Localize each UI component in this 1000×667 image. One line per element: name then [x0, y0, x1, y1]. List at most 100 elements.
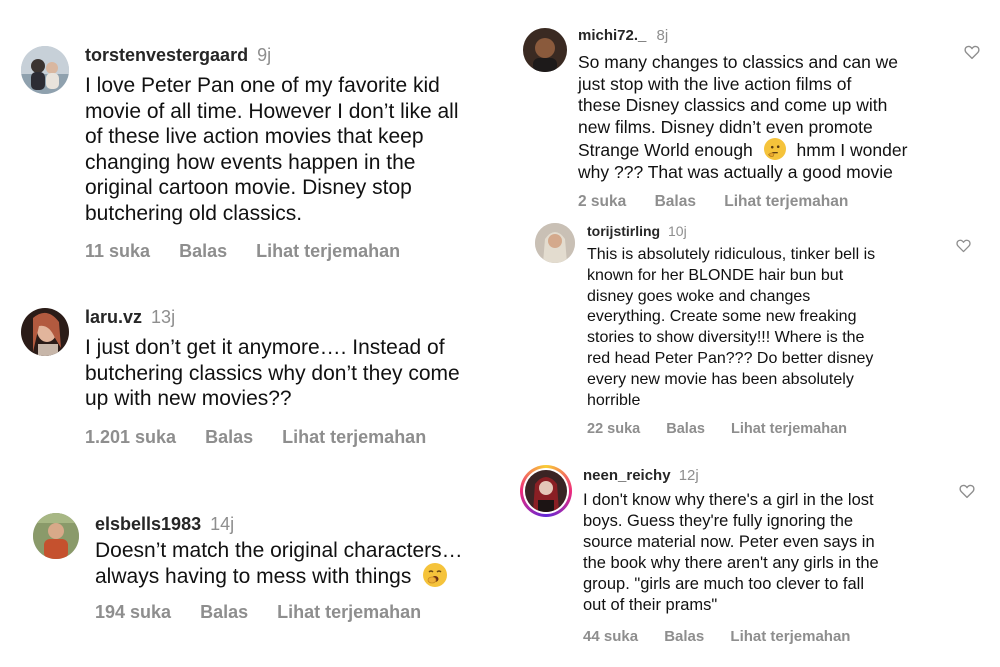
avatar[interactable]	[535, 223, 575, 263]
username[interactable]: elsbells1983 14j	[95, 513, 234, 535]
comment-age: 13j	[151, 307, 176, 327]
comment-actions: 44 suka Balas Lihat terjemahan	[583, 628, 874, 646]
comment-line: disney goes woke and changes	[587, 287, 811, 305]
comment-age: 8j	[656, 27, 669, 44]
avatar[interactable]	[525, 470, 567, 512]
comment-line: original cartoon movie. Disney stop	[85, 176, 412, 200]
comment-line: boys. Guess they're fully ignoring the	[583, 512, 854, 530]
reply-button[interactable]: Balas	[655, 193, 696, 210]
comment-line: I don't know why there's a girl in the l…	[583, 491, 874, 509]
comment-line: always having to mess with things	[95, 563, 515, 589]
comment-actions: 194 suka Balas Lihat terjemahan	[95, 601, 445, 623]
comment-text: I just don’t get it anymore…. Instead of…	[85, 335, 515, 412]
comment-line: stories to show diversity!!! Where is th…	[587, 329, 865, 347]
username-text[interactable]: torijstirling	[587, 223, 660, 239]
avatar[interactable]	[523, 28, 567, 72]
comment-line: butchering old classics.	[85, 201, 303, 225]
comment-line: source material now. Peter even says in	[583, 533, 875, 551]
username[interactable]: torijstirling 10j	[587, 223, 687, 239]
username-text[interactable]: neen_reichy	[583, 467, 671, 484]
reply-button[interactable]: Balas	[179, 241, 227, 261]
comment-line-text: Strange World enough	[578, 140, 753, 161]
reply-button[interactable]: Balas	[205, 427, 253, 447]
like-count[interactable]: 44 suka	[583, 628, 638, 645]
username[interactable]: torstenvestergaard 9j	[85, 44, 271, 66]
comment-neen-reichy: neen_reichy 12j I don't know why there's…	[515, 455, 1000, 667]
comment-line: of these live action movies that keep	[85, 125, 424, 149]
comment-line: everything. Create some new freaking	[587, 308, 857, 326]
comment-text: I love Peter Pan one of my favorite kid …	[85, 73, 515, 227]
yawning-face-icon	[423, 563, 448, 587]
comment-text: I don't know why there's a girl in the l…	[583, 490, 953, 616]
comment-text: Doesn’t match the original characters… a…	[95, 539, 515, 589]
username[interactable]: neen_reichy 12j	[583, 467, 699, 485]
like-count[interactable]: 11 suka	[85, 241, 150, 261]
comment-line: changing how events happen in the	[85, 150, 416, 174]
translate-link[interactable]: Lihat terjemahan	[724, 193, 848, 210]
comment-line: these Disney classics and come up with	[578, 95, 888, 116]
username-text[interactable]: michi72._	[578, 27, 646, 44]
comment-laru-vz: laru.vz 13j I just don’t get it anymore……	[0, 300, 520, 460]
like-count[interactable]: 1.201 suka	[85, 427, 176, 447]
comment-line: the book why there aren't any girls in t…	[583, 554, 879, 572]
comment-line: This is absolutely ridiculous, tinker be…	[587, 246, 876, 263]
comment-line: new films. Disney didn’t even promote	[578, 116, 873, 137]
username-text[interactable]: laru.vz	[85, 307, 142, 327]
avatar[interactable]	[33, 513, 79, 559]
translate-link[interactable]: Lihat terjemahan	[277, 602, 421, 622]
like-heart-icon[interactable]	[958, 482, 976, 500]
translate-link[interactable]: Lihat terjemahan	[282, 427, 426, 447]
comment-actions: 2 suka Balas Lihat terjemahan	[578, 193, 872, 211]
comment-torstenvestergaard: torstenvestergaard 9j I love Peter Pan o…	[0, 0, 520, 280]
comment-line: group. "girls are much too clever to fal…	[583, 575, 864, 593]
reply-button[interactable]: Balas	[666, 421, 705, 437]
comment-michi72: michi72._ 8j So many changes to classics…	[515, 0, 1000, 215]
like-heart-icon[interactable]	[955, 237, 972, 254]
comment-line: Strange World enough hmm I wonder	[578, 138, 958, 162]
translate-link[interactable]: Lihat terjemahan	[730, 628, 850, 645]
comment-actions: 1.201 suka Balas Lihat terjemahan	[85, 426, 450, 448]
username[interactable]: laru.vz 13j	[85, 306, 175, 328]
comment-line: why ??? That was actually a good movie	[578, 161, 893, 182]
comment-line: I love Peter Pan one of my favorite kid	[85, 74, 440, 97]
comment-line: every new movie has been absolutely	[587, 370, 854, 388]
comment-line: just stop with the live action films of	[578, 73, 852, 94]
avatar[interactable]	[21, 308, 69, 356]
like-count[interactable]: 22 suka	[587, 421, 640, 437]
comment-actions: 11 suka Balas Lihat terjemahan	[85, 240, 424, 262]
comment-age: 10j	[668, 223, 687, 239]
reply-button[interactable]: Balas	[200, 602, 248, 622]
comment-line-text: hmm I wonder	[796, 140, 908, 161]
comment-line: butchering classics why don’t they come	[85, 361, 460, 385]
comment-age: 14j	[210, 514, 235, 534]
reply-button[interactable]: Balas	[664, 628, 704, 645]
comment-elsbells1983: elsbells1983 14j Doesn’t match the origi…	[0, 505, 520, 635]
story-ring[interactable]	[520, 465, 572, 517]
like-count[interactable]: 194 suka	[95, 602, 171, 622]
comment-text: This is absolutely ridiculous, tinker be…	[587, 245, 947, 411]
thinking-face-icon	[763, 138, 786, 161]
username-text[interactable]: torstenvestergaard	[85, 45, 248, 65]
comment-line: red head Peter Pan??? Do better disney	[587, 349, 874, 367]
comment-line: movie of all time. However I don’t like …	[85, 99, 459, 123]
comment-age: 12j	[678, 467, 699, 484]
comment-line: Doesn’t match the original characters…	[95, 539, 463, 562]
comment-age: 9j	[257, 45, 272, 65]
comment-line: up with new movies??	[85, 387, 292, 411]
comment-line: horrible	[587, 391, 641, 409]
comment-line: So many changes to classics and can we	[578, 52, 899, 72]
comment-torijstirling: torijstirling 10j This is absolutely rid…	[515, 215, 1000, 450]
comment-text: So many changes to classics and can we j…	[578, 52, 958, 184]
translate-link[interactable]: Lihat terjemahan	[256, 241, 400, 261]
comment-line: out of their prams"	[583, 596, 718, 614]
username[interactable]: michi72._ 8j	[578, 27, 668, 45]
comment-actions: 22 suka Balas Lihat terjemahan	[587, 421, 871, 438]
username-text[interactable]: elsbells1983	[95, 514, 201, 534]
translate-link[interactable]: Lihat terjemahan	[731, 421, 847, 437]
avatar[interactable]	[21, 46, 69, 94]
comment-line-text: always having to mess with things	[95, 565, 412, 588]
like-heart-icon[interactable]	[963, 43, 981, 61]
comment-line: known for her BLONDE hair bun but	[587, 266, 844, 284]
like-count[interactable]: 2 suka	[578, 193, 626, 210]
comment-line: I just don’t get it anymore…. Instead of	[85, 336, 445, 359]
